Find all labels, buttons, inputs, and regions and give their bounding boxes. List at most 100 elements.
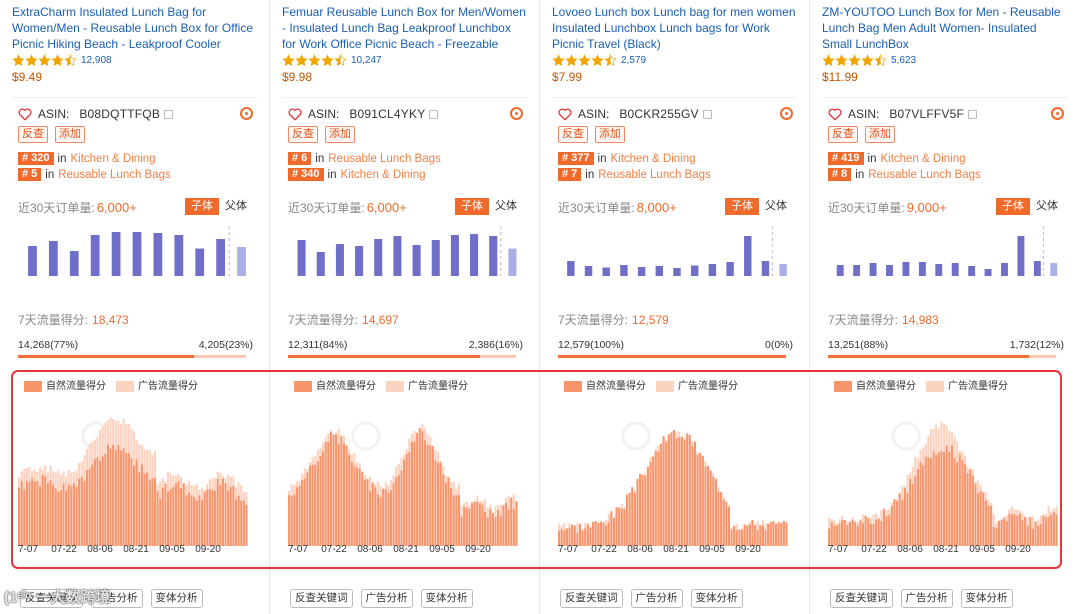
add-tag[interactable]: 添加: [595, 126, 625, 143]
star-icon: [12, 53, 25, 66]
reverse-keyword-button[interactable]: 反查关键词: [290, 589, 353, 608]
reverse-lookup-tag[interactable]: 反查: [558, 126, 588, 143]
ad-traffic-bar: [880, 510, 883, 522]
natural-traffic-bar: [143, 473, 146, 546]
child-variant-tab[interactable]: 子体: [185, 198, 219, 215]
copy-icon[interactable]: [702, 109, 712, 119]
legend-natural[interactable]: 自然流量得分: [294, 377, 376, 392]
natural-traffic-bar: [625, 494, 629, 546]
legend-ads[interactable]: 广告流量得分: [116, 377, 198, 392]
parent-variant-tab[interactable]: 父体: [759, 198, 793, 215]
price: $9.49: [12, 70, 43, 84]
legend-natural[interactable]: 自然流量得分: [564, 377, 646, 392]
product-title-link[interactable]: ZM-YOUTOO Lunch Box for Men - Reusable L…: [822, 4, 1068, 54]
parent-variant-tab[interactable]: 父体: [1030, 198, 1064, 215]
copy-icon[interactable]: [429, 109, 439, 119]
reverse-lookup-tag[interactable]: 反查: [288, 126, 318, 143]
copy-icon[interactable]: [164, 109, 174, 119]
ad-analysis-button[interactable]: 广告分析: [630, 589, 683, 608]
legend-ads[interactable]: 广告流量得分: [926, 377, 1008, 392]
x-tick-label: 07-22: [51, 544, 77, 555]
ad-traffic-bar: [657, 445, 660, 452]
rating: 12,908: [12, 53, 112, 67]
settings-icon[interactable]: [240, 107, 253, 120]
legend-natural[interactable]: 自然流量得分: [24, 377, 106, 392]
star-icon: [848, 53, 861, 66]
x-tick-label: 7-07: [17, 544, 39, 555]
rank-category-link[interactable]: Reusable Lunch Bags: [598, 169, 711, 181]
rating-count[interactable]: 2,579: [621, 55, 646, 66]
ad-traffic-bar: [558, 523, 561, 532]
child-variant-tab[interactable]: 子体: [455, 198, 489, 215]
natural-traffic-bar: [384, 489, 387, 546]
x-tick-label: 09-20: [735, 544, 761, 555]
rank-category-link[interactable]: Kitchen & Dining: [610, 153, 695, 165]
ad-analysis-button[interactable]: 广告分析: [360, 589, 413, 608]
natural-traffic-bar: [916, 469, 920, 546]
ad-analysis-button[interactable]: 广告分析: [900, 589, 953, 608]
natural-traffic-bar: [156, 490, 159, 546]
product-title-link[interactable]: Femuar Reusable Lunch Box for Men/Women …: [282, 4, 528, 54]
natural-traffic-bar: [958, 454, 961, 546]
product-title-link[interactable]: ExtraCharm Insulated Lunch Bag for Women…: [12, 4, 258, 54]
reverse-keyword-button[interactable]: 反查关键词: [830, 589, 893, 608]
rating-count[interactable]: 10,247: [351, 55, 382, 66]
ad-traffic-bar: [159, 481, 162, 499]
settings-icon[interactable]: [780, 107, 793, 120]
variant-analysis-button[interactable]: 变体分析: [690, 589, 743, 608]
rank-category-link[interactable]: Reusable Lunch Bags: [58, 169, 171, 181]
ad-traffic-bar: [916, 458, 920, 470]
copy-icon[interactable]: [968, 109, 978, 119]
settings-icon[interactable]: [1051, 107, 1064, 120]
orders-value: 6,000+: [96, 199, 137, 215]
natural-traffic-bar: [780, 522, 783, 546]
heart-icon[interactable]: [18, 108, 32, 121]
rank-category-link[interactable]: Kitchen & Dining: [880, 153, 965, 165]
asin-label: ASIN:: [848, 107, 880, 121]
ad-traffic-bar: [143, 449, 146, 474]
add-tag[interactable]: 添加: [55, 126, 85, 143]
natural-traffic-bar: [922, 465, 925, 546]
order-bar: [1017, 236, 1025, 276]
heart-icon[interactable]: [828, 108, 842, 121]
reverse-lookup-tag[interactable]: 反查: [828, 126, 858, 143]
heart-icon[interactable]: [288, 108, 302, 121]
legend-natural[interactable]: 自然流量得分: [834, 377, 916, 392]
order-bar: [355, 246, 364, 276]
heart-icon[interactable]: [558, 108, 572, 121]
reverse-keyword-button[interactable]: 反查关键词: [560, 589, 623, 608]
rank-category-link[interactable]: Reusable Lunch Bags: [868, 169, 981, 181]
order-bar: [690, 265, 699, 276]
traffic-score-label: 7天流量得分:: [828, 313, 899, 327]
add-tag[interactable]: 添加: [325, 126, 355, 143]
ad-traffic-bar: [1024, 516, 1027, 518]
rank-category-link[interactable]: Kitchen & Dining: [70, 153, 155, 165]
natural-traffic-bar: [680, 437, 683, 546]
product-title-link[interactable]: Lovoeo Lunch box Lunch bag for men women…: [552, 4, 798, 54]
add-tag[interactable]: 添加: [865, 126, 895, 143]
parent-variant-tab[interactable]: 父体: [489, 198, 523, 215]
rank-category-link[interactable]: Reusable Lunch Bags: [328, 153, 441, 165]
order-bar: [174, 235, 184, 276]
parent-variant-tab[interactable]: 父体: [219, 198, 253, 215]
variant-analysis-button[interactable]: 变体分析: [960, 589, 1013, 608]
ad-traffic-bar: [288, 490, 291, 496]
rating-count[interactable]: 5,623: [891, 55, 916, 66]
natural-traffic-bar: [387, 493, 390, 546]
child-variant-tab[interactable]: 子体: [996, 198, 1030, 215]
rating-count[interactable]: 12,908: [81, 55, 112, 66]
natural-traffic-bar: [982, 492, 985, 546]
x-tick-label: 07-22: [321, 544, 347, 555]
natural-traffic-bar: [369, 490, 372, 546]
child-variant-tab[interactable]: 子体: [725, 198, 759, 215]
natural-traffic-bar: [571, 524, 574, 546]
legend-ads[interactable]: 广告流量得分: [386, 377, 468, 392]
variant-analysis-button[interactable]: 变体分析: [150, 589, 203, 608]
variant-analysis-button[interactable]: 变体分析: [420, 589, 473, 608]
legend-ads[interactable]: 广告流量得分: [656, 377, 738, 392]
reverse-lookup-tag[interactable]: 反查: [18, 126, 48, 143]
settings-icon[interactable]: [510, 107, 523, 120]
rank-category-link[interactable]: Kitchen & Dining: [340, 169, 425, 181]
natural-traffic-bar: [717, 491, 720, 546]
ad-traffic-bar: [413, 430, 416, 442]
